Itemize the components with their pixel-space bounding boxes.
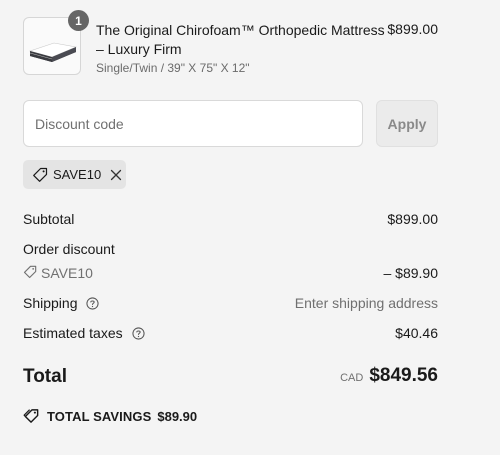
help-circle-icon[interactable] <box>131 327 145 340</box>
total-savings-amount: $89.90 <box>157 409 198 424</box>
apply-discount-button[interactable]: Apply <box>376 100 438 147</box>
shipping-row-label: Shipping <box>23 295 99 311</box>
taxes-label: Estimated taxes <box>23 325 123 341</box>
applied-discount-code: SAVE10 <box>53 167 102 182</box>
tag-icon <box>23 265 37 279</box>
subtotal-label: Subtotal <box>23 211 75 227</box>
cart-line-item: 1 The Original Chirofoam™ Orthopedic Mat… <box>23 10 438 79</box>
shipping-value: Enter shipping address <box>294 295 438 311</box>
discount-code-input[interactable] <box>23 100 363 147</box>
tags-icon <box>23 409 39 423</box>
order-discount-value: – $89.90 <box>383 265 439 281</box>
total-amount: $849.56 <box>369 365 438 386</box>
help-circle-icon[interactable] <box>86 297 99 310</box>
order-discount-code: SAVE10 <box>41 265 93 281</box>
order-discount-label: Order discount <box>23 241 115 257</box>
taxes-row-label: Estimated taxes <box>23 325 145 341</box>
total-savings: TOTAL SAVINGS $89.90 <box>23 408 197 425</box>
tag-icon <box>33 167 48 182</box>
applied-discount-chip: SAVE10 <box>23 160 126 189</box>
total-amount-group: CAD $849.56 <box>340 365 438 387</box>
quantity-badge: 1 <box>68 10 89 31</box>
total-savings-label: TOTAL SAVINGS <box>47 409 152 424</box>
product-price: $899.00 <box>387 21 438 37</box>
product-title: The Original Chirofoam™ Orthopedic Mattr… <box>96 22 385 57</box>
taxes-value: $40.46 <box>395 325 438 341</box>
subtotal-value: $899.00 <box>387 211 438 227</box>
total-label: Total <box>23 366 67 387</box>
currency-code: CAD <box>340 372 364 384</box>
remove-discount-icon[interactable] <box>110 169 122 181</box>
product-variant: Single/Twin / 39" X 75" X 12" <box>96 61 250 75</box>
shipping-label: Shipping <box>23 295 78 311</box>
